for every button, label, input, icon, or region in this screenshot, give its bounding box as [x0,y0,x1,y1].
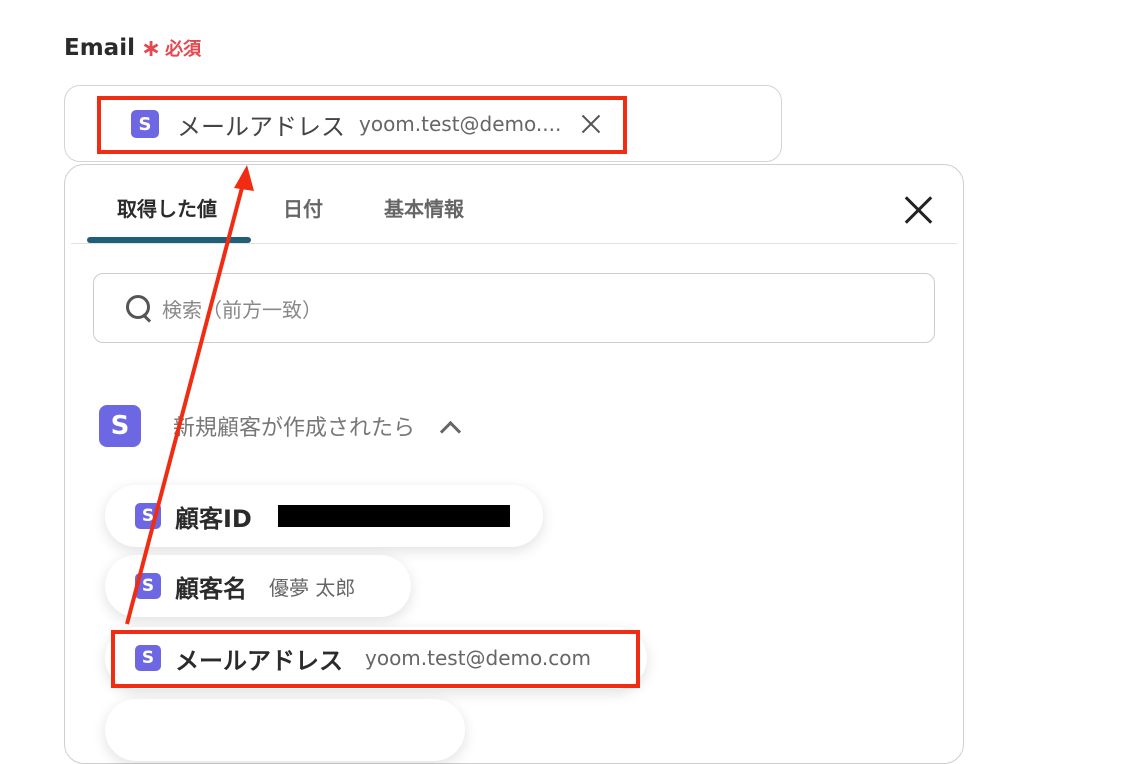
list-item-partial[interactable] [105,699,465,761]
annotation-arrow [125,165,254,625]
